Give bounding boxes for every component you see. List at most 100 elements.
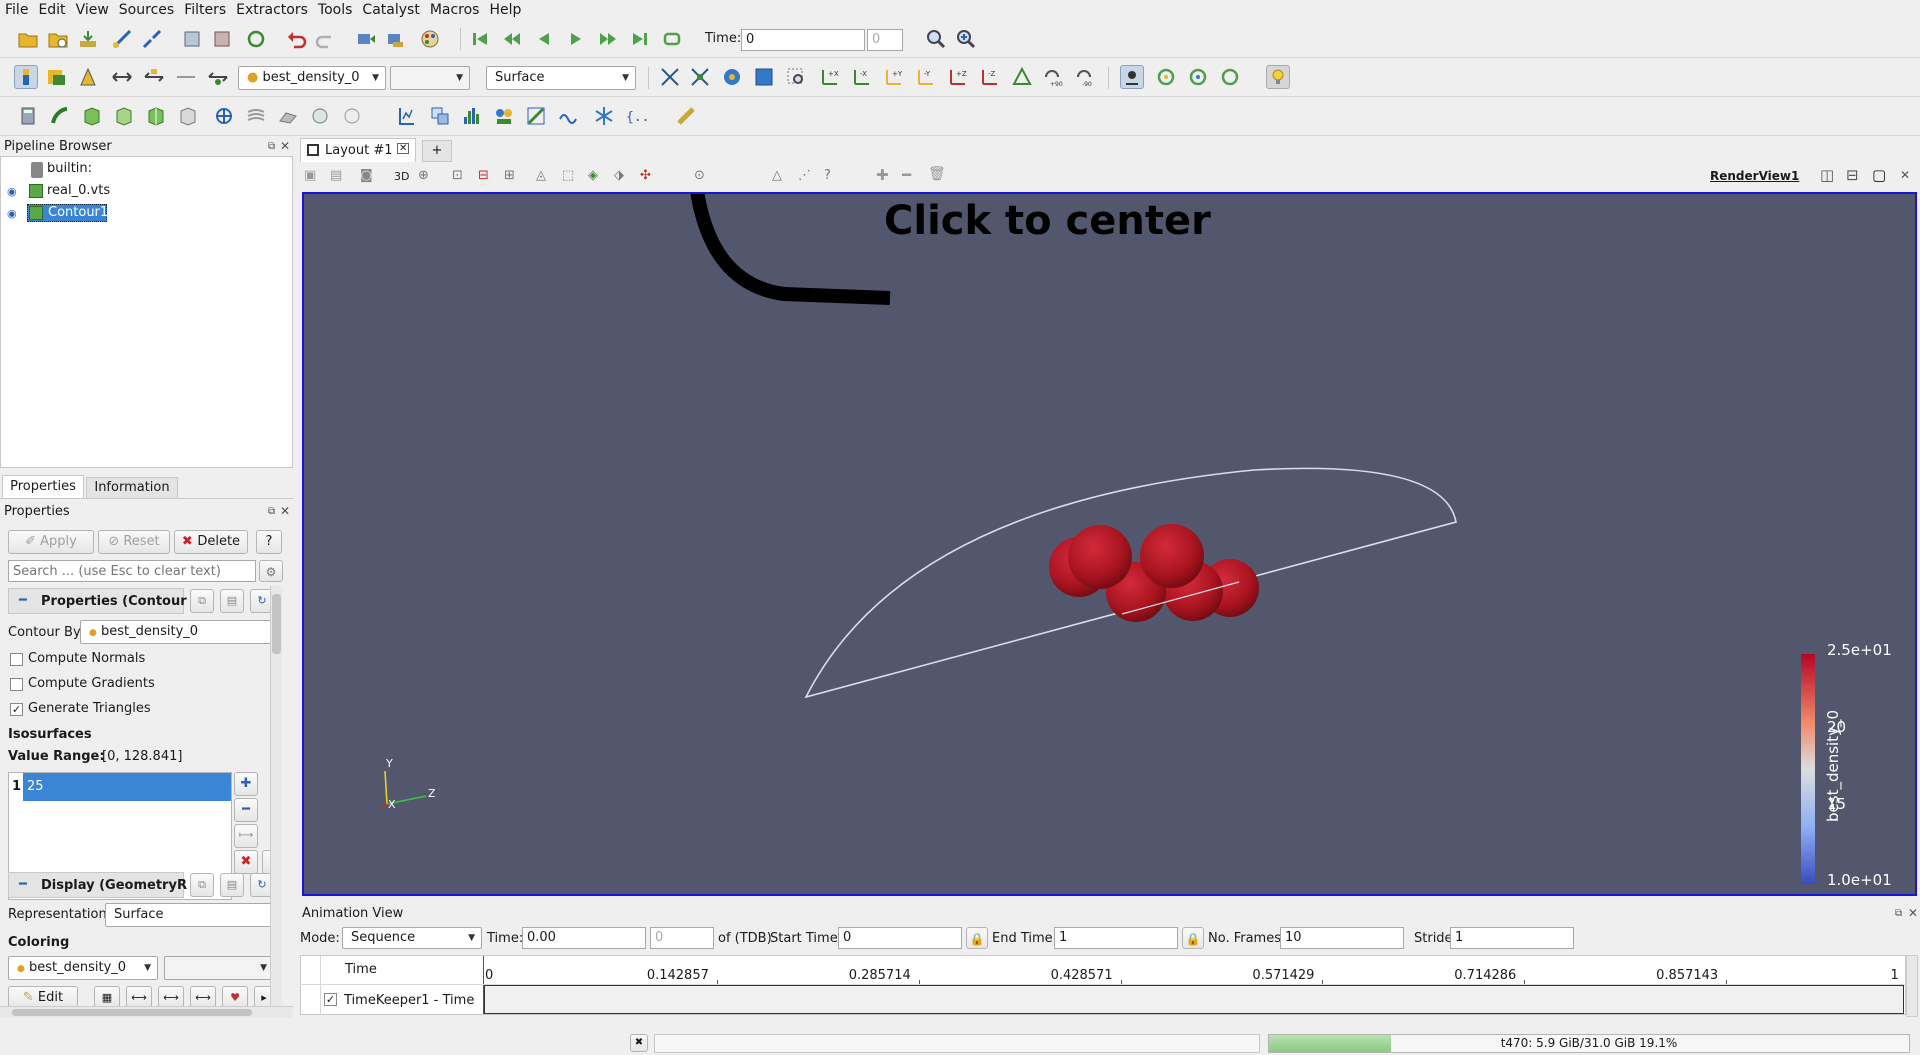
pipeline-item-builtin[interactable]: builtin: [47, 161, 92, 176]
disconnect-icon[interactable] [140, 27, 164, 51]
view-minus-y-icon[interactable]: -Y [914, 65, 938, 89]
tab-information[interactable]: Information [86, 477, 178, 499]
split-horizontal-icon[interactable]: ◫ [1820, 166, 1834, 184]
cancel-progress-icon[interactable]: ✖ [630, 1034, 648, 1052]
close-icon[interactable]: ✕ [280, 504, 290, 518]
group-datasets-icon[interactable] [308, 104, 332, 128]
close-tab-icon[interactable]: ✕ [397, 143, 410, 154]
interactive-select-icon[interactable]: ◈ [588, 168, 598, 183]
copy-icon[interactable]: ⧉ [190, 589, 214, 613]
grow-selection-icon[interactable]: ⊙ [694, 168, 705, 183]
search-input[interactable] [8, 560, 256, 582]
menu-help[interactable]: Help [484, 1, 526, 19]
eye-icon[interactable]: ◉ [7, 185, 17, 198]
connect-icon[interactable] [110, 27, 134, 51]
contour-by-select[interactable]: ● best_density_0 [80, 620, 278, 644]
track-checkbox[interactable]: ✓ [324, 993, 337, 1006]
palette-icon[interactable] [418, 27, 442, 51]
coloring-select[interactable]: ● best_density_0 ▼ [8, 956, 158, 980]
reload-icon[interactable] [244, 27, 268, 51]
loop-icon[interactable] [660, 27, 684, 51]
lock-start-icon[interactable]: 🔒 [966, 927, 988, 949]
zoom-to-data-icon[interactable] [924, 27, 948, 51]
rotate-minus-90-icon[interactable]: -90 [1072, 65, 1096, 89]
compute-gradients-checkbox[interactable] [10, 678, 23, 691]
save-data-icon[interactable] [76, 27, 100, 51]
camera-redo-icon[interactable] [384, 27, 408, 51]
copy-icon[interactable]: ⧉ [190, 873, 214, 897]
apply-button[interactable]: ✐ Apply [8, 530, 94, 554]
select-hierarchy-icon[interactable]: ⋰ [798, 168, 811, 183]
add-range-icon[interactable]: ⟼ [234, 824, 258, 848]
toggle-color-legend-icon[interactable] [14, 65, 38, 89]
render-view[interactable]: Click to center 2.5e+01 20 15 1.0e+01 be… [302, 192, 1917, 896]
close-icon[interactable]: ✕ [280, 139, 290, 153]
close-icon[interactable]: ✕ [1908, 906, 1918, 920]
select-icon[interactable]: ▤ [330, 168, 342, 183]
ruler-icon[interactable] [674, 104, 698, 128]
scrollbar-thumb[interactable] [272, 594, 281, 654]
stream-tracer-icon[interactable] [244, 104, 268, 128]
threshold-filter-icon[interactable] [144, 104, 168, 128]
freeze-icon[interactable] [592, 104, 616, 128]
select-block-icon[interactable]: ⬚ [562, 168, 574, 183]
reset-camera-icon[interactable] [658, 65, 682, 89]
menu-filters[interactable]: Filters [179, 1, 231, 19]
timekeeper-track[interactable] [484, 985, 1904, 1014]
track-scrollbar[interactable] [1906, 955, 1918, 1017]
menu-macros[interactable]: Macros [425, 1, 485, 19]
menu-sources[interactable]: Sources [114, 1, 179, 19]
generate-triangles-checkbox[interactable]: ✓ [10, 703, 23, 716]
maximize-icon[interactable]: ▢ [1872, 166, 1886, 184]
select-polygon-icon[interactable]: ◬ [536, 168, 546, 183]
camera-undo-icon[interactable] [354, 27, 378, 51]
close-view-icon[interactable]: ✕ [1900, 168, 1910, 182]
rotate-plus-90-icon[interactable]: +90 [1040, 65, 1064, 89]
menu-file[interactable]: File [0, 1, 33, 19]
calculator-icon[interactable] [16, 104, 40, 128]
mode-select[interactable]: Sequence ▼ [342, 927, 482, 949]
play-icon[interactable] [564, 27, 588, 51]
histogram-icon[interactable] [460, 104, 484, 128]
color-array-select[interactable]: ● best_density_0 ▼ [238, 66, 386, 90]
plot-selection-icon[interactable] [428, 104, 452, 128]
load-state-icon[interactable] [180, 27, 204, 51]
undock-icon[interactable]: ⧉ [1895, 908, 1902, 919]
undock-icon[interactable]: ⧉ [268, 506, 275, 517]
zoom-to-box-icon[interactable] [752, 65, 776, 89]
python-calculator-icon[interactable] [524, 104, 548, 128]
menu-view[interactable]: View [71, 1, 114, 19]
compute-normals-checkbox[interactable] [10, 653, 23, 666]
properties-scrollbar[interactable] [270, 586, 282, 1006]
reset-button[interactable]: ⊘ Reset [98, 530, 170, 554]
split-vertical-icon[interactable]: ⊟ [1846, 166, 1859, 184]
minus-icon[interactable]: ━ [902, 166, 911, 184]
undo-icon[interactable] [284, 27, 308, 51]
hover-points-icon[interactable]: ⬗ [614, 168, 624, 183]
view-minus-z-icon[interactable]: -Z [978, 65, 1002, 89]
pipeline-item-contour[interactable]: Contour1 [48, 205, 108, 220]
3d-toggle[interactable]: 3D [394, 170, 409, 183]
view-plus-x-icon[interactable]: +X [818, 65, 842, 89]
tab-properties[interactable]: Properties [2, 475, 84, 499]
contour-section-header[interactable]: ━ Properties (Contour [8, 588, 187, 614]
rotate-camera-icon[interactable] [1154, 65, 1178, 89]
coloring-component-select[interactable]: ▼ [164, 956, 274, 980]
plus-icon[interactable]: ✚ [876, 166, 889, 184]
select-cells-icon[interactable]: ⊡ [452, 168, 463, 183]
edit-color-map-icon[interactable] [44, 65, 68, 89]
show-center-icon[interactable] [720, 65, 744, 89]
python-script-icon[interactable]: {..} [624, 104, 648, 128]
query-icon[interactable]: ? [824, 168, 831, 183]
menu-tools[interactable]: Tools [313, 1, 358, 19]
properties-hscrollbar[interactable] [0, 1006, 293, 1018]
add-layout-tab[interactable]: + [422, 140, 452, 162]
next-frame-icon[interactable] [596, 27, 620, 51]
rotate-camera-cw-icon[interactable] [1218, 65, 1242, 89]
select-frustum-icon[interactable]: ⊞ [504, 168, 515, 183]
hover-cells-icon[interactable]: ✣ [640, 168, 651, 183]
zoom-to-box-dashed-icon[interactable] [784, 65, 808, 89]
eye-icon[interactable]: ◉ [7, 207, 17, 220]
first-frame-icon[interactable] [468, 27, 492, 51]
add-value-icon[interactable]: ✚ [234, 772, 258, 796]
